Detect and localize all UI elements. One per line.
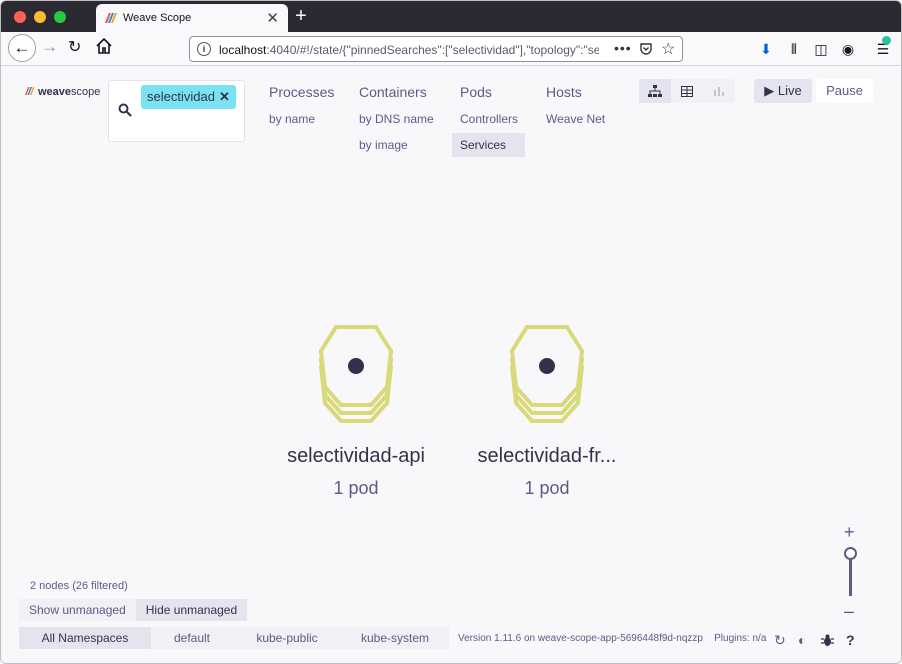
- node-sublabel: 1 pod: [524, 478, 570, 498]
- subtopology-containers-by-image[interactable]: by image: [359, 138, 408, 152]
- library-icon[interactable]: ⫴: [785, 40, 803, 58]
- namespace-default[interactable]: default: [151, 627, 233, 649]
- namespace-kube-system[interactable]: kube-system: [341, 627, 449, 649]
- show-unmanaged-button[interactable]: Show unmanaged: [19, 599, 136, 621]
- home-icon[interactable]: [95, 37, 113, 55]
- topology-hosts[interactable]: Hosts: [546, 84, 582, 100]
- navigation-bar: ← → ↻ i localhost:4040/#!/state/{"pinned…: [1, 32, 901, 66]
- contrast-icon[interactable]: ◐: [798, 632, 806, 648]
- debug-bug-icon[interactable]: [821, 632, 834, 648]
- weave-favicon-icon: [105, 13, 117, 23]
- node-count-status: 2 nodes (26 filtered): [30, 580, 128, 592]
- weave-logo-icon: [25, 87, 35, 95]
- close-window-button[interactable]: [14, 11, 26, 23]
- account-icon[interactable]: ◉: [839, 40, 857, 58]
- bug-icon: [821, 634, 834, 646]
- downloads-icon[interactable]: ⬇: [757, 40, 775, 58]
- graph-node[interactable]: selectividad-api 1 pod: [266, 325, 446, 499]
- table-icon: [681, 86, 693, 97]
- update-badge-icon: [882, 36, 891, 45]
- new-tab-button[interactable]: +: [291, 5, 311, 28]
- hide-unmanaged-button[interactable]: Hide unmanaged: [135, 599, 248, 621]
- zoom-out-button[interactable]: –: [844, 601, 854, 622]
- reload-button[interactable]: ↻: [68, 37, 81, 57]
- weavescope-logo: weavescope: [25, 86, 100, 100]
- service-node-icon: [509, 325, 585, 423]
- address-bar[interactable]: i localhost:4040/#!/state/{"pinnedSearch…: [189, 36, 683, 62]
- service-node-icon: [318, 325, 394, 423]
- refresh-icon[interactable]: ↻: [774, 632, 786, 649]
- graph-icon: [648, 85, 662, 97]
- resource-chart-icon: [714, 87, 724, 96]
- search-icon: [118, 103, 132, 117]
- namespace-kube-public[interactable]: kube-public: [233, 627, 341, 649]
- pocket-icon[interactable]: [639, 42, 653, 56]
- zoom-slider-handle[interactable]: [844, 547, 857, 560]
- subtopology-containers-by-dns-name[interactable]: by DNS name: [359, 112, 434, 126]
- search-box[interactable]: selectividad ✕: [108, 80, 245, 142]
- namespace-selector: All Namespaces default kube-public kube-…: [19, 627, 449, 649]
- node-label: selectividad-fr...: [467, 445, 627, 468]
- live-button[interactable]: ▶ Live: [754, 79, 812, 103]
- node-label: selectividad-api: [277, 445, 435, 468]
- bookmark-star-icon[interactable]: ☆: [661, 39, 675, 59]
- pinned-search-label: selectividad: [147, 89, 215, 104]
- resource-view-button[interactable]: [703, 79, 735, 103]
- zoom-in-button[interactable]: +: [844, 522, 855, 543]
- close-tab-icon[interactable]: ✕: [266, 9, 279, 27]
- scope-page: weavescope selectividad ✕ Processes by na…: [1, 67, 901, 663]
- back-button[interactable]: ←: [8, 34, 36, 62]
- sidebar-icon[interactable]: ◫: [812, 40, 830, 58]
- pinned-search-pill[interactable]: selectividad ✕: [141, 85, 236, 109]
- view-mode-selector: [639, 79, 735, 103]
- version-footer: Version 1.11.6 on weave-scope-app-569644…: [458, 633, 767, 644]
- tab-title: Weave Scope: [123, 12, 192, 24]
- topology-containers[interactable]: Containers: [359, 84, 427, 100]
- graph-view-button[interactable]: [639, 79, 671, 103]
- browser-tab[interactable]: Weave Scope ✕: [96, 4, 288, 32]
- tab-bar: Weave Scope ✕ +: [1, 1, 901, 32]
- maximize-window-button[interactable]: [54, 11, 66, 23]
- node-sublabel: 1 pod: [333, 478, 379, 498]
- subtopology-processes-by-name[interactable]: by name: [269, 112, 315, 126]
- topology-processes[interactable]: Processes: [269, 84, 334, 100]
- remove-search-icon[interactable]: ✕: [219, 89, 230, 104]
- browser-window: Weave Scope ✕ + ← → ↻ i localhost:4040/#…: [0, 0, 902, 664]
- page-actions-icon[interactable]: •••: [614, 40, 632, 56]
- subtopology-pods-controllers[interactable]: Controllers: [460, 112, 518, 126]
- subtopology-hosts-weave-net[interactable]: Weave Net: [546, 112, 605, 126]
- play-icon: ▶: [764, 83, 775, 98]
- table-view-button[interactable]: [671, 79, 703, 103]
- help-icon[interactable]: ?: [846, 632, 855, 648]
- site-info-icon[interactable]: i: [197, 42, 211, 56]
- forward-button[interactable]: →: [41, 37, 58, 57]
- namespace-all[interactable]: All Namespaces: [19, 627, 151, 649]
- graph-node[interactable]: selectividad-fr... 1 pod: [457, 325, 637, 499]
- topology-pods[interactable]: Pods: [460, 84, 492, 100]
- minimize-window-button[interactable]: [34, 11, 46, 23]
- subtopology-pods-services[interactable]: Services: [452, 133, 525, 157]
- url-text[interactable]: localhost:4040/#!/state/{"pinnedSearches…: [219, 43, 599, 57]
- unmanaged-toggle: Show unmanaged Hide unmanaged: [19, 599, 248, 621]
- pause-button[interactable]: Pause: [816, 79, 873, 103]
